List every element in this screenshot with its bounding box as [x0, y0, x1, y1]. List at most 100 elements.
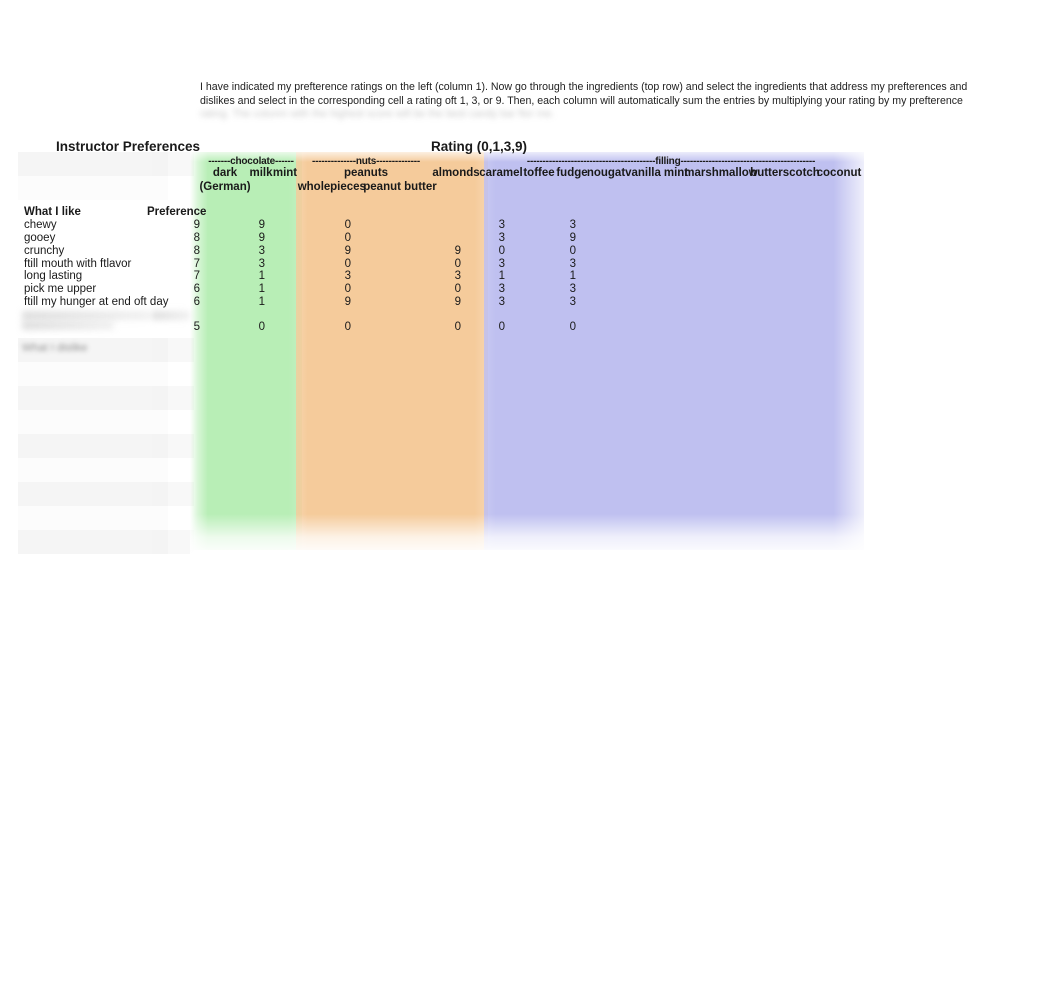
column-header-almonds: almonds — [432, 167, 480, 179]
header-what-i-like: What I like — [24, 206, 81, 218]
zebra-row — [18, 530, 168, 554]
cell-caramel[interactable]: 3 — [499, 232, 505, 244]
cell-milk[interactable]: 3 — [259, 245, 265, 257]
cell-preference[interactable]: 7 — [194, 258, 200, 270]
redacted-footer-label: What I dislike — [22, 342, 88, 354]
row-label[interactable]: long lasting — [24, 270, 82, 283]
cell-caramel[interactable]: 3 — [499, 219, 505, 231]
cell-pieces[interactable]: 9 — [345, 296, 351, 308]
cell-fudge[interactable]: 9 — [570, 232, 576, 244]
cell-almonds[interactable]: 9 — [455, 245, 461, 257]
column-header-nougat: nougat — [586, 167, 626, 179]
cell-pieces[interactable]: 0 — [345, 321, 351, 333]
zebra-row — [152, 434, 194, 458]
cell-fudge[interactable]: 3 — [570, 296, 576, 308]
row-label[interactable]: gooey — [24, 232, 55, 245]
cell-milk[interactable]: 1 — [259, 270, 265, 282]
column-header-fudge: fudge — [556, 167, 588, 179]
cell-preference[interactable]: 7 — [194, 270, 200, 282]
column-subheader-whole: whole — [297, 181, 331, 193]
cell-fudge[interactable]: 3 — [570, 219, 576, 231]
column-subheader-peanut-butter: peanut butter — [363, 181, 437, 193]
cell-caramel[interactable]: 3 — [499, 296, 505, 308]
zebra-row — [18, 176, 168, 200]
nuts-column-band — [296, 152, 488, 550]
column-header-milk: milk — [249, 167, 273, 179]
zebra-row — [152, 152, 194, 176]
cell-milk[interactable]: 3 — [259, 258, 265, 270]
row-label[interactable]: crunchy — [24, 245, 64, 258]
zebra-row — [18, 362, 168, 386]
group-header-2: ----------------------------------------… — [526, 156, 816, 167]
zebra-row — [152, 482, 194, 506]
cell-almonds[interactable]: 0 — [455, 283, 461, 295]
row-label[interactable]: pick me upper — [24, 283, 96, 296]
column-subheader-pieces: pieces — [330, 181, 366, 193]
band-fade-bottom — [190, 514, 866, 556]
cell-almonds[interactable]: 0 — [455, 321, 461, 333]
cell-fudge[interactable]: 0 — [570, 245, 576, 257]
cell-almonds[interactable]: 0 — [455, 258, 461, 270]
cell-caramel[interactable]: 1 — [499, 270, 505, 282]
cell-fudge[interactable]: 3 — [570, 283, 576, 295]
cell-milk[interactable]: 1 — [259, 296, 265, 308]
cell-caramel[interactable]: 0 — [499, 321, 505, 333]
zebra-row — [18, 506, 168, 530]
cell-preference[interactable]: 6 — [194, 296, 200, 308]
cell-pieces[interactable]: 3 — [345, 270, 351, 282]
cell-preference[interactable]: 8 — [194, 245, 200, 257]
cell-pieces[interactable]: 9 — [345, 245, 351, 257]
filling-column-band — [484, 152, 864, 550]
column-header-butterscotch: butterscotch — [750, 167, 820, 179]
row-label[interactable]: ftill my hunger at end oft day — [24, 296, 168, 309]
cell-fudge[interactable]: 1 — [570, 270, 576, 282]
column-header-vanilla: vanilla — [625, 167, 661, 179]
cell-pieces[interactable]: 0 — [345, 219, 351, 231]
row-label[interactable]: chewy — [24, 219, 57, 232]
cell-almonds[interactable]: 3 — [455, 270, 461, 282]
page-title-left: Instructor Preferences — [56, 139, 201, 154]
cell-preference[interactable]: 5 — [194, 321, 200, 333]
zebra-row — [18, 386, 168, 410]
zebra-row — [152, 530, 194, 554]
chocolate-column-band — [190, 152, 302, 550]
zebra-row — [18, 434, 168, 458]
cell-preference[interactable]: 6 — [194, 283, 200, 295]
page-title-right: Rating (0,1,3,9) — [431, 139, 528, 154]
cell-fudge[interactable]: 0 — [570, 321, 576, 333]
column-header-marshmallow: marshmallow — [684, 167, 758, 179]
cell-pieces[interactable]: 0 — [345, 232, 351, 244]
group-header-0: -------chocolate------ — [208, 156, 294, 167]
zebra-row — [152, 386, 194, 410]
redacted-row-label — [22, 321, 114, 330]
zebra-row — [18, 458, 168, 482]
header-preference: Preference — [147, 206, 207, 218]
cell-pieces[interactable]: 0 — [345, 258, 351, 270]
cell-pieces[interactable]: 0 — [345, 283, 351, 295]
cell-caramel[interactable]: 3 — [499, 283, 505, 295]
zebra-row — [152, 338, 194, 362]
column-header-mint: mint — [272, 167, 298, 179]
cell-milk[interactable]: 9 — [259, 219, 265, 231]
cell-caramel[interactable]: 0 — [499, 245, 505, 257]
instructions-line-2: dislikes and select in the corresponding… — [200, 94, 963, 107]
cell-preference[interactable]: 8 — [194, 232, 200, 244]
column-header-caramel: caramel — [479, 167, 523, 179]
instructions-line-3: rating. The column with the highest scor… — [200, 108, 555, 121]
group-header-1: --------------nuts-------------- — [312, 156, 420, 167]
column-header-coconut: coconut — [816, 167, 862, 179]
cell-caramel[interactable]: 3 — [499, 258, 505, 270]
cell-milk[interactable]: 1 — [259, 283, 265, 295]
cell-milk[interactable]: 9 — [259, 232, 265, 244]
zebra-row — [18, 482, 168, 506]
column-header-dark: dark — [212, 167, 238, 179]
cell-fudge[interactable]: 3 — [570, 258, 576, 270]
zebra-row — [18, 152, 168, 176]
column-subheader--german-: (German) — [199, 181, 251, 193]
cell-milk[interactable]: 0 — [259, 321, 265, 333]
cell-preference[interactable]: 9 — [194, 219, 200, 231]
redacted-row-label — [22, 311, 150, 320]
column-header-peanuts: peanuts — [343, 167, 389, 179]
cell-almonds[interactable]: 9 — [455, 296, 461, 308]
zebra-row — [18, 410, 168, 434]
